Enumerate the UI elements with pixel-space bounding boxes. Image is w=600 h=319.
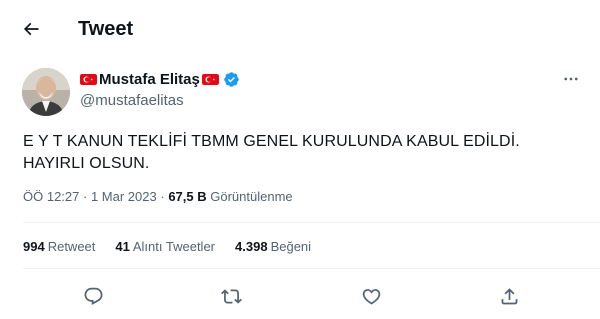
tweet-text: E Y T KANUN TEKLİFİ TBMM GENEL KURULUNDA… xyxy=(23,131,583,175)
more-icon xyxy=(564,77,578,81)
quotes-count: 41 xyxy=(115,239,130,254)
views-label: Görüntülenme xyxy=(210,189,293,204)
tweet-date[interactable]: 1 Mar 2023 xyxy=(91,189,157,204)
retweet-icon xyxy=(220,288,242,304)
avatar[interactable] xyxy=(22,68,70,116)
likes-count: 4.398 xyxy=(235,239,268,254)
author-display-name: Mustafa Elitaş xyxy=(99,70,200,88)
author-name-row[interactable]: Mustafa Elitaş xyxy=(80,70,240,88)
turkish-flag-icon xyxy=(80,73,97,85)
more-button[interactable] xyxy=(560,68,582,90)
author-handle[interactable]: @mustafaelitas xyxy=(80,92,184,109)
reply-button[interactable] xyxy=(81,284,105,308)
like-button[interactable] xyxy=(359,284,383,308)
tweet-stats: 994 Retweet 41 Alıntı Tweetler 4.398 Beğeni xyxy=(23,239,311,254)
views-count: 67,5 B xyxy=(168,189,207,204)
back-button[interactable] xyxy=(14,12,48,46)
retweets-stat[interactable]: 994 Retweet xyxy=(23,239,95,254)
tweet-meta: ÖÖ 12:27 · 1 Mar 2023 · 67,5 B Görüntüle… xyxy=(23,189,293,204)
tweet-text-line: HAYIRLI OLSUN. xyxy=(23,155,150,172)
share-icon xyxy=(501,287,517,304)
share-button[interactable] xyxy=(497,284,521,308)
quotes-stat[interactable]: 41 Alıntı Tweetler xyxy=(115,239,215,254)
likes-stat[interactable]: 4.398 Beğeni xyxy=(235,239,311,254)
turkish-flag-icon xyxy=(201,73,219,85)
retweets-label: Retweet xyxy=(47,239,96,254)
tweet-text-line: E Y T KANUN TEKLİFİ TBMM GENEL KURULUNDA… xyxy=(23,133,520,150)
retweets-count: 994 xyxy=(23,239,45,254)
verified-badge-icon xyxy=(224,71,239,87)
quotes-label: Alıntı Tweetler xyxy=(132,239,216,254)
divider xyxy=(23,222,600,223)
like-icon xyxy=(362,288,380,305)
reply-icon xyxy=(84,287,102,305)
avatar-image xyxy=(22,68,70,116)
tweet-time[interactable]: ÖÖ 12:27 xyxy=(23,189,79,204)
retweet-button[interactable] xyxy=(219,284,243,308)
likes-label: Beğeni xyxy=(270,239,312,254)
page-title: Tweet xyxy=(78,18,134,40)
back-arrow-icon xyxy=(23,22,39,36)
meta-separator: · xyxy=(83,189,88,204)
tweet-actions xyxy=(23,280,575,310)
divider xyxy=(23,268,600,269)
meta-separator: · xyxy=(160,189,165,204)
